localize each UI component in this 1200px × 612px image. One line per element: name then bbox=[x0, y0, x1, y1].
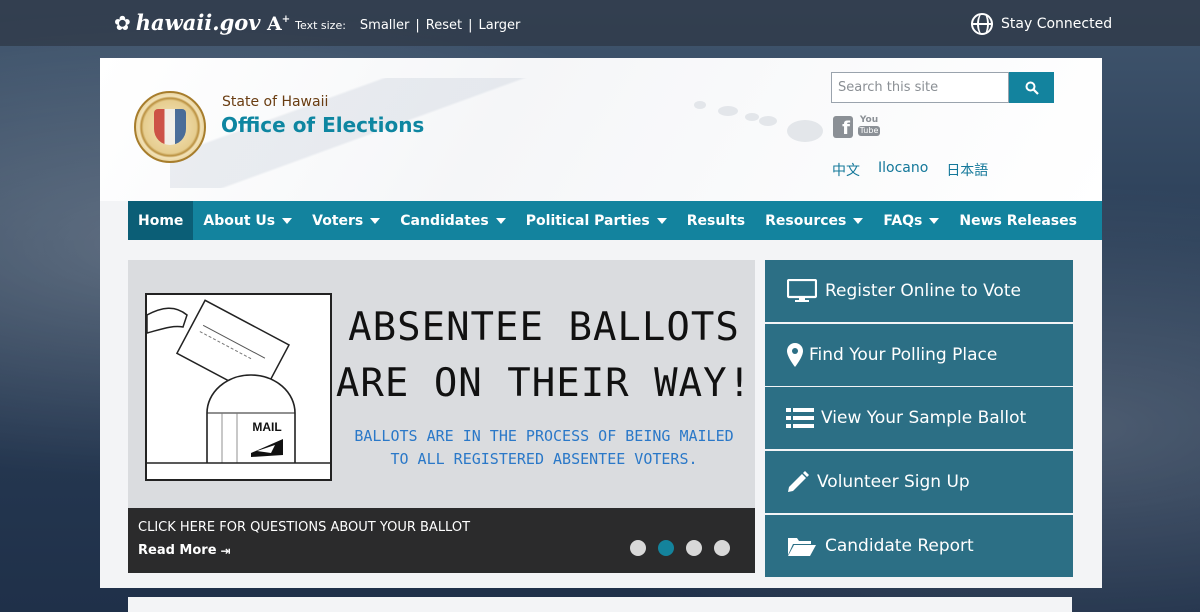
lang-japanese[interactable]: 日本語 bbox=[946, 160, 988, 180]
globe-icon bbox=[971, 13, 993, 35]
search-button[interactable] bbox=[1009, 72, 1054, 103]
caret-down-icon bbox=[853, 217, 864, 224]
quick-link-register[interactable]: Register Online to Vote bbox=[765, 260, 1073, 322]
search-input[interactable] bbox=[831, 72, 1009, 103]
nav-results[interactable]: Results bbox=[677, 201, 755, 240]
org-title[interactable]: Office of Elections bbox=[221, 113, 424, 137]
hibiscus-icon: ✿ bbox=[114, 10, 131, 35]
lang-chinese[interactable]: 中文 bbox=[832, 160, 860, 180]
global-top-bar: ✿ hawaii.gov A+ Text size: Smaller | Res… bbox=[0, 0, 1200, 46]
nav-news-releases[interactable]: News Releases bbox=[949, 201, 1087, 240]
nav-about-us[interactable]: About Us bbox=[193, 201, 302, 240]
stay-connected-link[interactable]: Stay Connected bbox=[971, 13, 1112, 35]
text-size-smaller[interactable]: Smaller bbox=[360, 18, 409, 33]
text-size-controls: A+ Text size: Smaller | Reset | Larger bbox=[267, 13, 521, 35]
text-size-reset[interactable]: Reset bbox=[426, 18, 462, 33]
content-area-top bbox=[128, 597, 1072, 612]
stay-connected-label: Stay Connected bbox=[1001, 16, 1113, 32]
text-size-larger[interactable]: Larger bbox=[478, 18, 520, 33]
caret-down-icon bbox=[495, 217, 506, 224]
caret-down-icon bbox=[282, 217, 293, 224]
slider-dot-4[interactable] bbox=[714, 540, 730, 556]
hawaii-gov-logo[interactable]: ✿ hawaii.gov bbox=[114, 10, 260, 35]
youtube-icon[interactable]: You Tube bbox=[857, 116, 881, 140]
lang-ilocano[interactable]: Ilocano bbox=[878, 160, 928, 180]
mail-label: MAIL bbox=[252, 420, 281, 434]
slider-dot-2[interactable] bbox=[658, 540, 674, 556]
nav-home[interactable]: Home bbox=[128, 201, 194, 240]
pencil-icon bbox=[785, 470, 811, 494]
nav-faqs[interactable]: FAQs bbox=[873, 201, 949, 240]
language-links: 中文 Ilocano 日本語 bbox=[832, 160, 988, 180]
nav-resources[interactable]: Resources bbox=[755, 201, 873, 240]
text-size-icon: A+ bbox=[267, 13, 291, 35]
slider-dot-1[interactable] bbox=[630, 540, 646, 556]
read-more-link[interactable]: Read More ⇥ bbox=[138, 543, 231, 558]
quick-link-polling-place[interactable]: Find Your Polling Place bbox=[765, 323, 1073, 386]
folder-open-icon bbox=[785, 535, 819, 557]
nav-candidates[interactable]: Candidates bbox=[390, 201, 516, 240]
text-size-label: Text size: bbox=[295, 18, 346, 32]
quick-link-candidate-report[interactable]: Candidate Report bbox=[765, 514, 1073, 577]
nav-political-parties[interactable]: Political Parties bbox=[516, 201, 677, 240]
sign-in-arrow-icon: ⇥ bbox=[220, 543, 231, 558]
hawaii-gov-logo-text: hawaii.gov bbox=[135, 10, 261, 35]
slider-dot-3[interactable] bbox=[686, 540, 702, 556]
mailbox-illustration: MAIL bbox=[145, 293, 332, 481]
hawaiian-islands-graphic bbox=[694, 101, 823, 142]
list-icon bbox=[785, 407, 815, 429]
hero-slider[interactable]: MAIL ABSENTEE BALLOTS ARE ON THEIR WAY! … bbox=[128, 260, 755, 573]
site-header: State of Hawaii Office of Elections f Yo… bbox=[100, 58, 1102, 201]
nav-voters[interactable]: Voters bbox=[302, 201, 390, 240]
main-card: State of Hawaii Office of Elections f Yo… bbox=[100, 58, 1102, 588]
search-icon bbox=[1025, 81, 1039, 95]
slide-caption: CLICK HERE FOR QUESTIONS ABOUT YOUR BALL… bbox=[128, 508, 755, 573]
state-seal-logo[interactable] bbox=[134, 91, 206, 163]
caret-down-icon bbox=[370, 217, 381, 224]
social-links: f You Tube bbox=[833, 116, 881, 140]
site-search bbox=[831, 72, 1054, 103]
quick-links: Register Online to Vote Find Your Pollin… bbox=[765, 260, 1073, 578]
slide-caption-title[interactable]: CLICK HERE FOR QUESTIONS ABOUT YOUR BALL… bbox=[138, 520, 470, 535]
quick-link-sample-ballot[interactable]: View Your Sample Ballot bbox=[765, 387, 1073, 450]
org-subtitle: State of Hawaii bbox=[222, 94, 329, 110]
slide-subline: BALLOTS ARE IN THE PROCESS OF BEING MAIL… bbox=[354, 427, 734, 468]
main-nav: Home About Us Voters Candidates Politica… bbox=[128, 201, 1102, 240]
facebook-icon[interactable]: f bbox=[833, 116, 853, 138]
slider-pagination bbox=[630, 540, 730, 556]
map-pin-icon bbox=[785, 342, 805, 367]
caret-down-icon bbox=[929, 217, 940, 224]
caret-down-icon bbox=[656, 217, 667, 224]
slide-headline: ABSENTEE BALLOTS ARE ON THEIR WAY! bbox=[335, 305, 753, 406]
monitor-icon bbox=[785, 279, 819, 303]
quick-link-volunteer[interactable]: Volunteer Sign Up bbox=[765, 451, 1073, 514]
